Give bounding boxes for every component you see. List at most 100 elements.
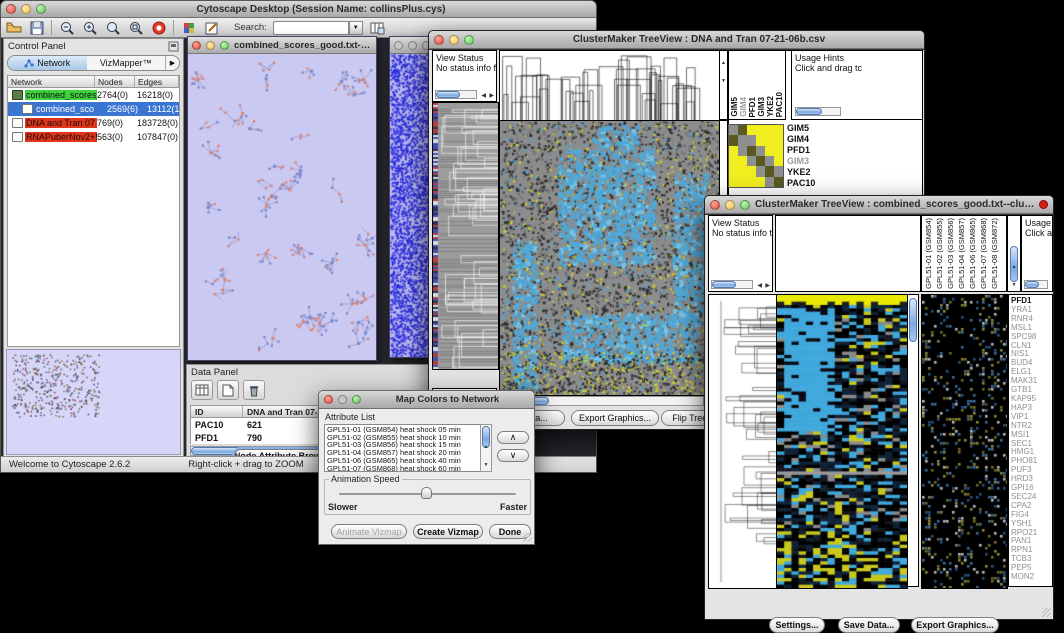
save-data-button[interactable]: Save Data...	[838, 617, 900, 633]
matrix-cell[interactable]	[747, 177, 756, 187]
row-dendrogram-canvas[interactable]	[432, 102, 499, 370]
zoom-button[interactable]	[220, 41, 229, 50]
gene-name[interactable]: SPC98	[1011, 333, 1052, 342]
scroll-up-icon[interactable]: ▲	[1012, 264, 1017, 270]
gene-name[interactable]: TCB3	[1011, 555, 1052, 564]
settings-button[interactable]: Settings...	[769, 617, 825, 633]
minimize-button[interactable]	[206, 41, 215, 50]
close-button[interactable]	[192, 41, 201, 50]
zoom-selected-icon[interactable]	[127, 19, 144, 36]
scroll-left-icon[interactable]: ◀	[481, 92, 486, 99]
view-status-scrollbar[interactable]	[711, 280, 753, 289]
heatmap-vertical-scrollbar[interactable]	[907, 294, 919, 587]
matrix-cell[interactable]	[774, 125, 783, 135]
zoom-button[interactable]	[352, 395, 361, 404]
zoom-in-icon[interactable]	[81, 19, 98, 36]
matrix-cell[interactable]	[756, 166, 765, 176]
gene-name[interactable]: MON2	[1011, 573, 1052, 582]
scrollbar-thumb[interactable]	[712, 281, 736, 288]
matrix-cell[interactable]	[747, 146, 756, 156]
gene-name[interactable]: GTB1	[1011, 386, 1052, 395]
gene-name[interactable]: PHO81	[1011, 457, 1052, 466]
scroll-up-icon[interactable]: ▲	[721, 60, 726, 66]
matrix-cell[interactable]	[738, 146, 747, 156]
export-graphics-button[interactable]: Export Graphics...	[911, 617, 999, 633]
tab-vizmapper[interactable]: VizMapper™	[87, 56, 166, 70]
gene-name[interactable]: VIP1	[1011, 413, 1052, 422]
animate-vizmap-button[interactable]: Animate Vizmap	[331, 524, 407, 539]
matrix-cell[interactable]	[765, 146, 774, 156]
window-red-icon[interactable]	[1039, 200, 1048, 209]
treeview2-title-bar[interactable]: ClusterMaker TreeView : combined_scores_…	[705, 196, 1053, 214]
zoom-matrix[interactable]	[728, 124, 784, 188]
minimize-button[interactable]	[449, 35, 459, 45]
gene-name[interactable]: NIS1	[1011, 350, 1052, 359]
gene-name[interactable]: YRA1	[1011, 306, 1052, 315]
view-status-scrollbar[interactable]	[435, 90, 477, 99]
close-button[interactable]	[434, 35, 444, 45]
scroll-down-icon[interactable]: ▼	[484, 462, 489, 468]
minimize-button[interactable]	[408, 41, 417, 50]
usage-hints-scrollbar[interactable]	[1024, 280, 1048, 289]
gene-name[interactable]: SEC1	[1011, 440, 1052, 449]
gene-name[interactable]: RNR4	[1011, 315, 1052, 324]
matrix-cell[interactable]	[774, 146, 783, 156]
gene-name[interactable]: NTR2	[1011, 422, 1052, 431]
resize-grip[interactable]	[523, 533, 532, 542]
row-dendrogram-canvas[interactable]	[708, 294, 777, 589]
scrollbar-thumb[interactable]	[796, 108, 822, 115]
gene-name[interactable]: RPO21	[1011, 529, 1052, 538]
column-dendrogram-canvas[interactable]	[499, 50, 721, 122]
matrix-cell[interactable]	[729, 166, 738, 176]
matrix-cell[interactable]	[774, 177, 783, 187]
gene-name[interactable]: HRD3	[1011, 475, 1052, 484]
matrix-cell[interactable]	[765, 177, 774, 187]
matrix-cell[interactable]	[765, 125, 774, 135]
close-button[interactable]	[324, 395, 333, 404]
expression-heatmap-canvas[interactable]	[776, 294, 908, 589]
select-attributes-icon[interactable]	[191, 380, 213, 400]
matrix-cell[interactable]	[747, 135, 756, 145]
close-button[interactable]	[6, 4, 16, 14]
dialog-title-bar[interactable]: Map Colors to Network	[319, 391, 534, 409]
network-canvas[interactable]	[188, 54, 376, 360]
attribute-browser-icon[interactable]	[369, 19, 386, 36]
scroll-left-icon[interactable]: ◀	[757, 282, 762, 289]
scrollbar-thumb[interactable]	[909, 298, 917, 342]
matrix-cell[interactable]	[729, 156, 738, 166]
annotation-icon[interactable]	[203, 19, 220, 36]
create-vizmap-button[interactable]: Create Vizmap	[413, 524, 483, 539]
gene-name[interactable]: PUF3	[1011, 466, 1052, 475]
attribute-list-item[interactable]: GPL51-07 (GSM868) heat shock 60 min	[327, 465, 489, 472]
zoom-button[interactable]	[740, 200, 750, 210]
scrollbar-thumb[interactable]	[1025, 281, 1039, 288]
gene-name[interactable]: MSI1	[1011, 431, 1052, 440]
matrix-cell[interactable]	[756, 156, 765, 166]
column-dendrogram-area[interactable]	[775, 215, 921, 292]
scroll-right-icon[interactable]: ▶	[489, 92, 494, 99]
secondary-heatmap-canvas[interactable]	[921, 294, 1008, 589]
network-view-title-bar[interactable]: combined_scores_good.txt--cluste...	[188, 37, 376, 54]
col-nodes[interactable]: Nodes	[95, 76, 135, 87]
scroll-down-icon[interactable]: ▼	[721, 78, 726, 84]
gene-name[interactable]: HMG1	[1011, 448, 1052, 457]
gene-name[interactable]: SEC24	[1011, 493, 1052, 502]
scroll-down-icon[interactable]: ▼	[1012, 282, 1017, 288]
zoom-button[interactable]	[36, 4, 46, 14]
vizmapper-icon[interactable]	[180, 19, 197, 36]
tab-network[interactable]: Network	[8, 56, 87, 70]
network-overview-thumbnail[interactable]	[6, 349, 181, 455]
gene-name[interactable]: ELG1	[1011, 368, 1052, 377]
close-button[interactable]	[710, 200, 720, 210]
new-attribute-icon[interactable]	[217, 380, 239, 400]
gene-name[interactable]: KAP95	[1011, 395, 1052, 404]
gene-name-list[interactable]: PFD1YRA1RNR4MSL1SPC98CLN1NIS1BUD4ELG1MAK…	[1008, 294, 1053, 587]
network-table-header[interactable]: Network Nodes Edges	[7, 75, 180, 88]
minimize-button[interactable]	[338, 395, 347, 404]
gene-name[interactable]: BUD4	[1011, 359, 1052, 368]
matrix-cell[interactable]	[738, 177, 747, 187]
minimize-button[interactable]	[21, 4, 31, 14]
tab-overflow-icon[interactable]: ▶	[165, 56, 179, 70]
open-file-icon[interactable]	[5, 19, 22, 36]
export-graphics-button[interactable]: Export Graphics...	[571, 410, 659, 426]
